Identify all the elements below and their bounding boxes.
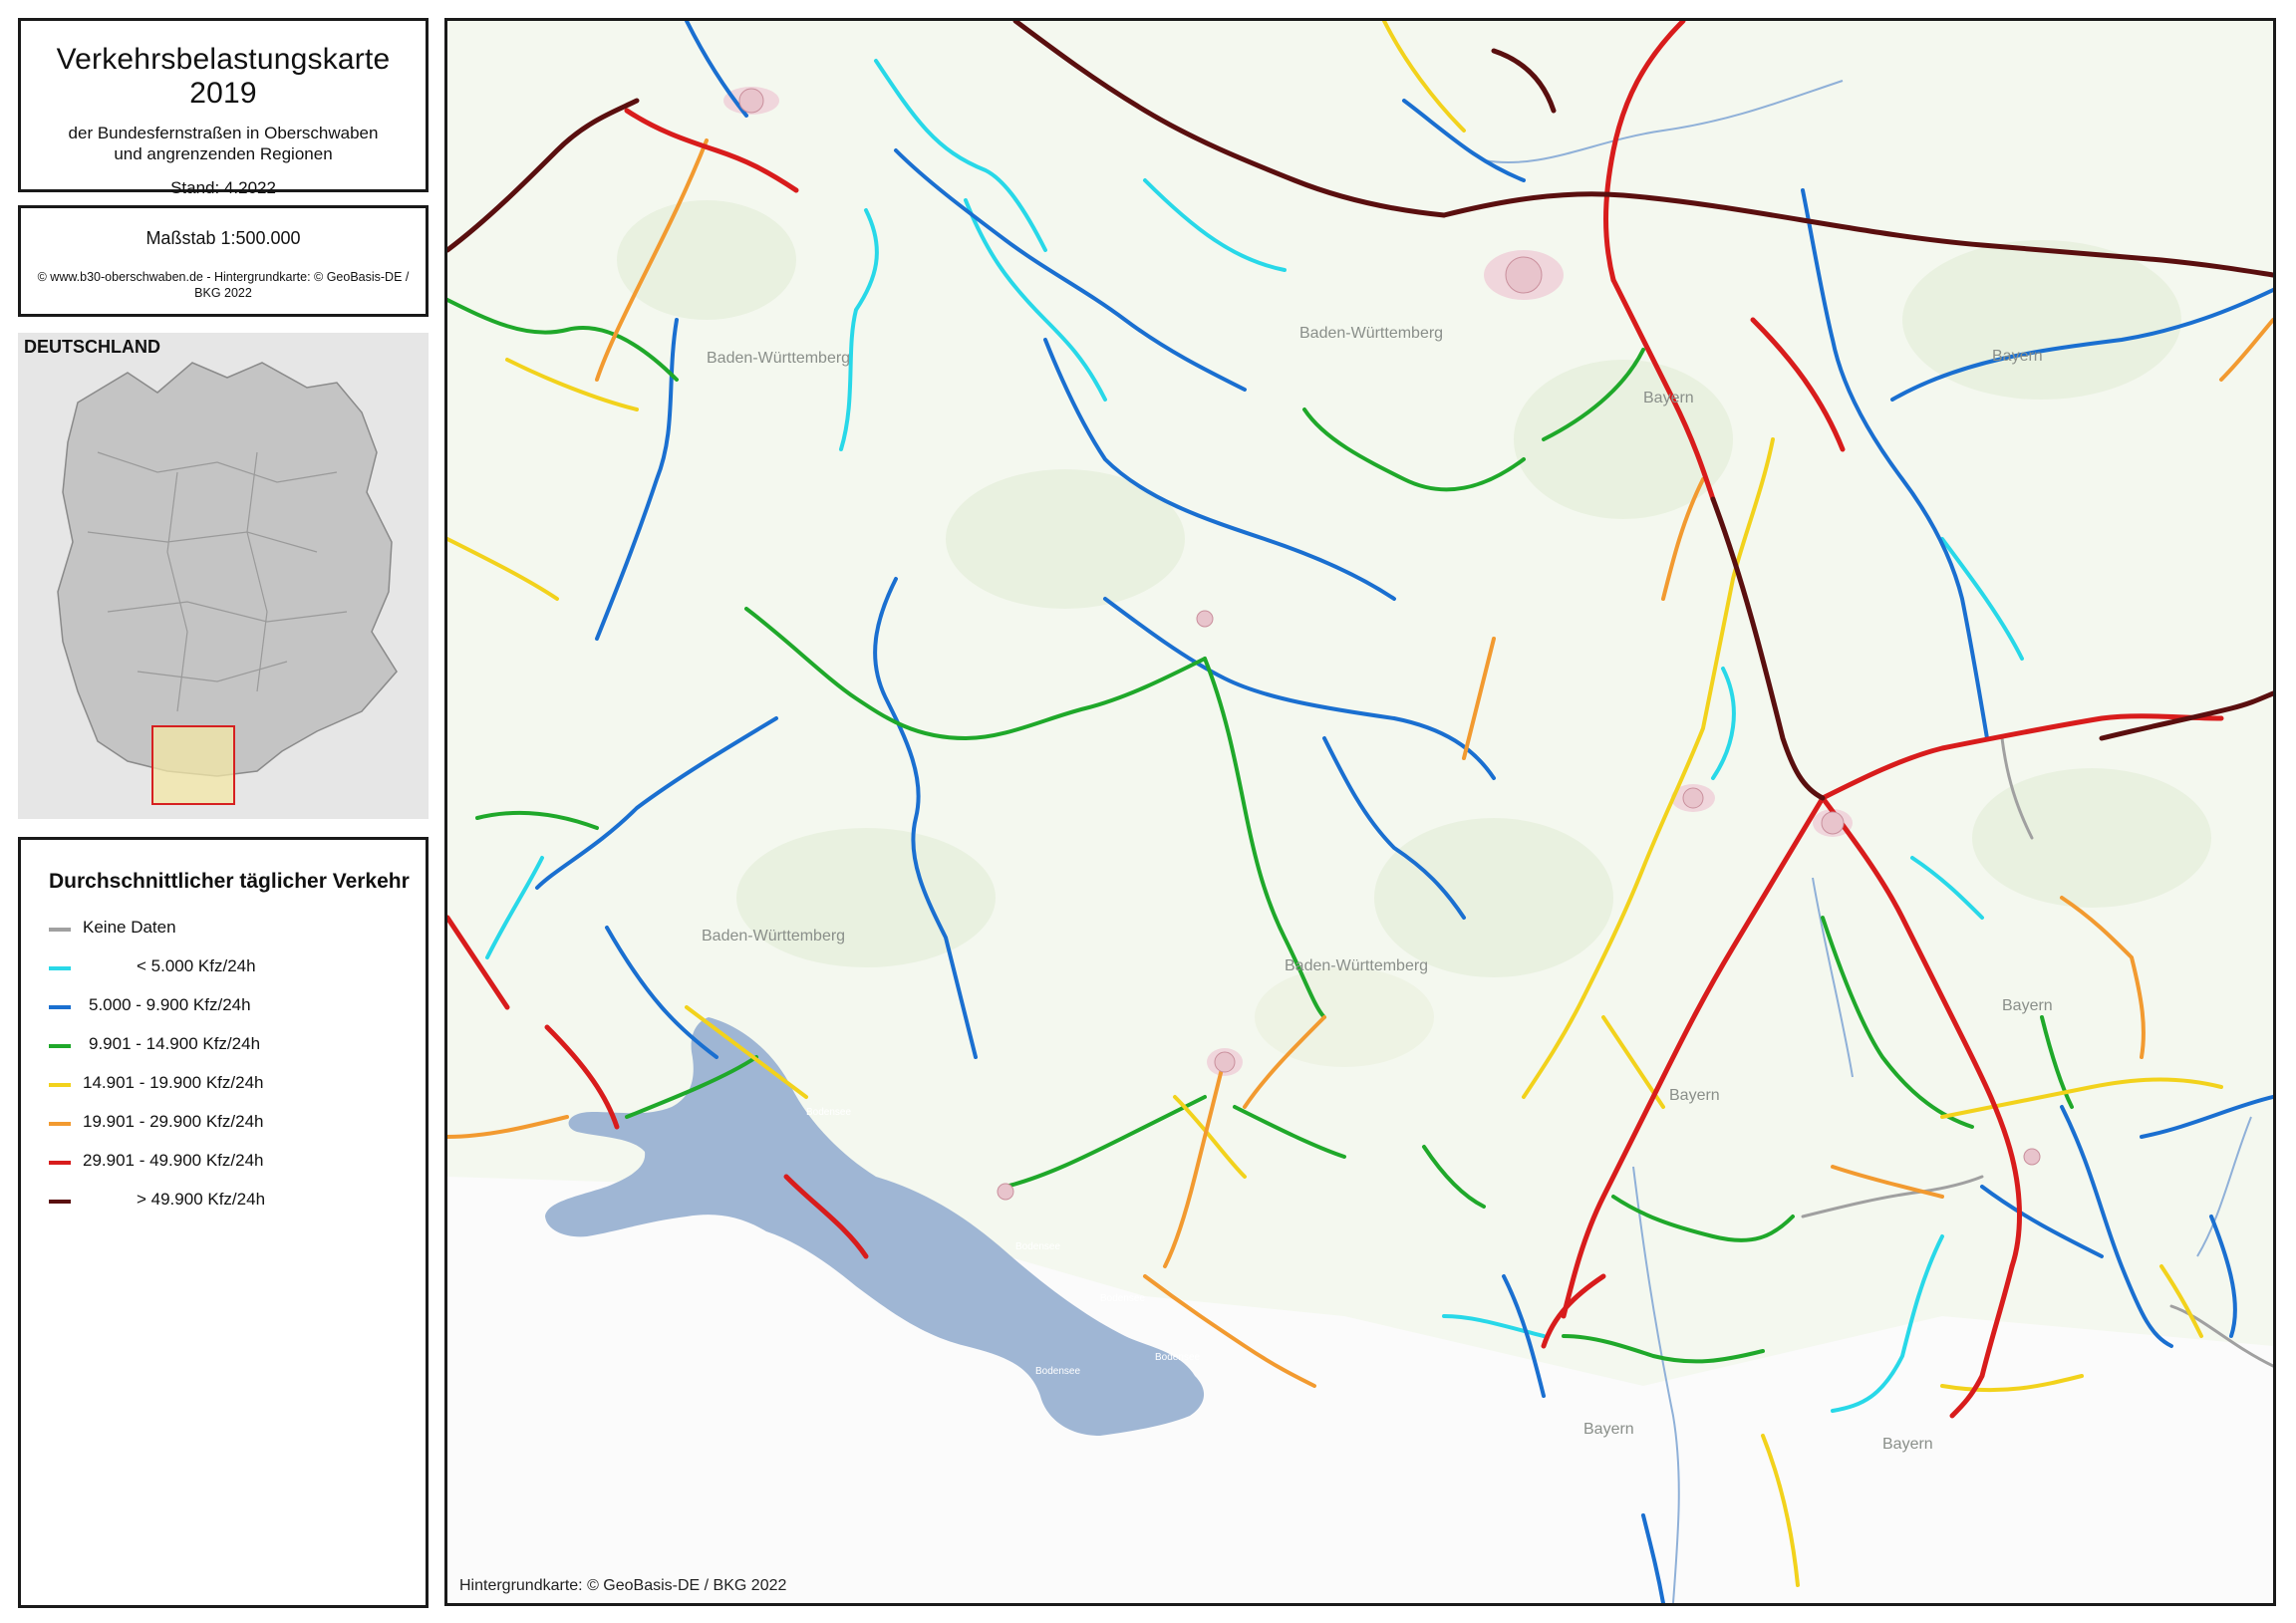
legend-item-19901-29900: 19.901 - 29.900 Kfz/24h bbox=[49, 1112, 418, 1136]
map-attribution: Hintergrundkarte: © GeoBasis-DE / BKG 20… bbox=[459, 1577, 787, 1594]
legend-panel: Durchschnittlicher täglicher Verkehr Kei… bbox=[18, 837, 429, 1608]
legend-label: 14.901 - 19.900 Kfz/24h bbox=[83, 1073, 264, 1092]
legend-label: Keine Daten bbox=[83, 918, 176, 937]
region-label-bayern-north: Bayern bbox=[1643, 390, 1694, 406]
germany-inset-graphic bbox=[18, 333, 429, 819]
region-label-bayern-south: Bayern bbox=[1583, 1421, 1634, 1438]
legend-item-9901-14900: 9.901 - 14.900 Kfz/24h bbox=[49, 1034, 418, 1058]
region-label-bw-ulm: Baden-Württemberg bbox=[1299, 325, 1444, 342]
legend-swatch bbox=[49, 1122, 71, 1126]
legend-swatch bbox=[49, 928, 71, 932]
region-label-bayern-center: Bayern bbox=[1669, 1087, 1720, 1104]
legend-label: 9.901 - 14.900 Kfz/24h bbox=[89, 1034, 261, 1053]
legend-label: 5.000 - 9.900 Kfz/24h bbox=[89, 995, 251, 1014]
region-label-bw-west: Baden-Württemberg bbox=[702, 928, 846, 945]
map-title: Verkehrsbelastungskarte 2019 bbox=[56, 43, 391, 110]
legend-label: > 49.900 Kfz/24h bbox=[137, 1190, 266, 1209]
scale-label: Maßstab 1:500.000 bbox=[145, 228, 301, 248]
legend-item-29901-49900: 29.901 - 49.900 Kfz/24h bbox=[49, 1151, 418, 1175]
legend-swatch bbox=[49, 1200, 71, 1204]
legend-swatch bbox=[49, 1161, 71, 1165]
lake-label: Bodensee bbox=[1100, 1293, 1146, 1304]
legend-label: 29.901 - 49.900 Kfz/24h bbox=[83, 1151, 264, 1170]
germany-inset-map: DEUTSCHLAND bbox=[18, 333, 429, 819]
title-panel: Verkehrsbelastungskarte 2019 der Bundesf… bbox=[18, 18, 429, 197]
lake-label: Bodensee bbox=[1035, 1366, 1081, 1377]
legend-item-no-data: Keine Daten bbox=[49, 918, 418, 942]
lake-label: Bodensee bbox=[1015, 1241, 1061, 1252]
region-label-bayern-se: Bayern bbox=[1882, 1436, 1933, 1453]
legend-label: 19.901 - 29.900 Kfz/24h bbox=[83, 1112, 264, 1131]
map-subtitle-line-1: der Bundesfernstraßen in Oberschwaben bbox=[68, 124, 379, 142]
legend-item-over-49900: > 49.900 Kfz/24h bbox=[49, 1190, 418, 1214]
traffic-map[interactable]: Baden-Württemberg Baden-Württemberg Bade… bbox=[444, 18, 2276, 1606]
region-label-bw-north: Baden-Württemberg bbox=[707, 350, 851, 367]
map-subtitle-line-2: und angrenzenden Regionen bbox=[114, 144, 333, 163]
legend-label: < 5.000 Kfz/24h bbox=[137, 956, 256, 975]
scale-credit: © www.b30-oberschwaben.de - Hintergrundk… bbox=[37, 270, 410, 300]
legend-item-under-5000: < 5.000 Kfz/24h bbox=[49, 956, 418, 980]
inset-label: DEUTSCHLAND bbox=[24, 337, 160, 357]
legend-title: Durchschnittlicher täglicher Verkehr bbox=[49, 870, 410, 893]
legend-swatch bbox=[49, 966, 71, 970]
region-label-bw-center: Baden-Württemberg bbox=[1285, 957, 1429, 974]
legend-swatch bbox=[49, 1044, 71, 1048]
map-background bbox=[447, 21, 2273, 1603]
map-date: Stand: 4.2022 bbox=[170, 178, 276, 197]
legend-swatch bbox=[49, 1005, 71, 1009]
legend-item-5000-9900: 5.000 - 9.900 Kfz/24h bbox=[49, 995, 418, 1019]
map-canvas[interactable] bbox=[447, 21, 2273, 1603]
legend-item-14901-19900: 14.901 - 19.900 Kfz/24h bbox=[49, 1073, 418, 1097]
legend-swatch bbox=[49, 1083, 71, 1087]
region-label-bayern-ne: Bayern bbox=[1992, 348, 2043, 365]
scale-panel: Maßstab 1:500.000 © www.b30-oberschwaben… bbox=[18, 205, 429, 317]
lake-label: Bodensee bbox=[1155, 1352, 1201, 1363]
region-label-bayern-east: Bayern bbox=[2002, 997, 2053, 1014]
lake-label: Bodensee bbox=[806, 1107, 852, 1118]
